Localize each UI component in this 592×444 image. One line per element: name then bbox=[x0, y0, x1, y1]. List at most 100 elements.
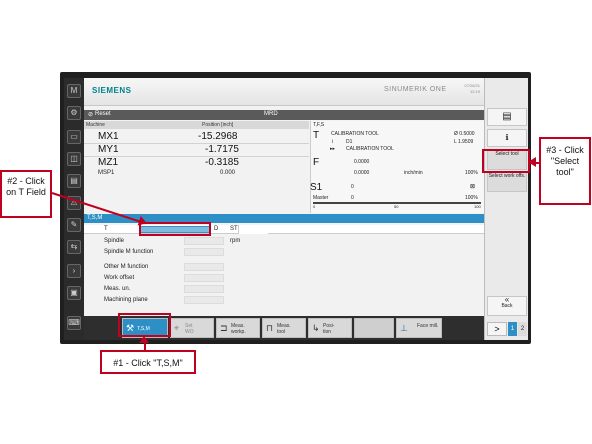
row-work-offset: Work offset bbox=[104, 275, 135, 281]
startup-icon[interactable]: ⇆ bbox=[67, 240, 81, 254]
position-icon: ↳ bbox=[312, 323, 320, 333]
row-spindle-m-function: Spindle M function bbox=[104, 249, 154, 255]
meas-workpiece-softkey[interactable]: ⊐ Meas. workp. bbox=[216, 318, 260, 338]
meas-workpiece-label: Meas. workp. bbox=[231, 323, 246, 335]
feed-f-letter: F bbox=[313, 157, 320, 168]
vertical-softkey-bar: ▤ ℹ Select tool Select work offs. « Back… bbox=[484, 78, 528, 340]
wrench-icon[interactable]: ✎ bbox=[67, 218, 81, 232]
diagnostics-icon[interactable]: ▤ bbox=[67, 174, 81, 188]
work-offset-field[interactable] bbox=[184, 274, 224, 282]
scale-0: 0 bbox=[313, 204, 316, 209]
feed-unit: inch/min bbox=[404, 170, 423, 176]
channel-status-bar: ⊘ Reset MRD bbox=[84, 110, 484, 120]
set-wo-softkey[interactable]: ⌖ Set WO bbox=[170, 318, 214, 338]
scale-50: 50 bbox=[394, 204, 399, 209]
meas-unit-field[interactable] bbox=[184, 285, 224, 293]
other-m-field[interactable] bbox=[184, 263, 224, 271]
meas-tool-softkey[interactable]: ⊓ Meas. tool bbox=[262, 318, 306, 338]
feed-override: 100% bbox=[465, 170, 478, 176]
left-key-strip: M ⚙ ▭ ◫ ▤ ⚠ ✎ ⇆ › ▣ ⌨ bbox=[64, 78, 84, 340]
page-2-indicator[interactable]: 2 bbox=[518, 322, 527, 336]
step-3-callout: #3 - Click "Select tool" bbox=[539, 137, 591, 205]
highlight-t-field bbox=[139, 222, 211, 236]
master-value: 0 bbox=[351, 195, 354, 201]
feed-value-2: 0.0000 bbox=[354, 170, 370, 176]
tool-diameter: Ø 0.5000 bbox=[454, 131, 475, 137]
spindle-m-field[interactable] bbox=[184, 248, 224, 256]
keyboard-icon[interactable]: ⌨ bbox=[67, 316, 81, 330]
empty-softkey-1[interactable] bbox=[354, 318, 394, 338]
arrow-3-head bbox=[528, 157, 536, 167]
position-softkey[interactable]: ↳ Posi- tion bbox=[308, 318, 352, 338]
tool-length: L 1.9509 bbox=[454, 139, 474, 145]
time-text: 12:19 bbox=[469, 89, 480, 94]
next-tool-name: CALIBRATION TOOL bbox=[346, 146, 394, 152]
row-other-m-function: Other M function bbox=[104, 264, 149, 270]
machine-column-label: Machine bbox=[86, 122, 105, 128]
meas-workpiece-icon: ⊐ bbox=[220, 323, 228, 333]
row-meas-unit: Meas. un. bbox=[104, 286, 131, 292]
reset-text: Reset bbox=[95, 111, 111, 117]
info-icon: ℹ bbox=[505, 133, 509, 142]
top-bar: SIEMENS SINUMERIK ONE 07/26/21 12:19 bbox=[84, 78, 484, 106]
spindle-override: 100% bbox=[465, 195, 478, 201]
next-icon[interactable]: › bbox=[67, 264, 81, 278]
axis-name-mz1: MZ1 bbox=[98, 157, 118, 168]
spindle-state-icon: ⊠ bbox=[470, 184, 476, 190]
spindle-field[interactable] bbox=[184, 237, 224, 245]
select-work-offs-softkey[interactable]: Select work offs. bbox=[487, 172, 527, 192]
position-column-label: Position [inch] bbox=[202, 122, 234, 128]
more-softkeys-button[interactable]: > bbox=[487, 322, 507, 336]
back-softkey[interactable]: « Back bbox=[487, 296, 527, 316]
scale-100: 100 bbox=[474, 204, 481, 209]
parameter-icon[interactable]: ◫ bbox=[67, 152, 81, 166]
st-field-input[interactable] bbox=[238, 225, 268, 234]
set-wo-icon: ⌖ bbox=[174, 323, 180, 333]
st-label: ST bbox=[230, 226, 238, 232]
axis-name-mx1: MX1 bbox=[98, 131, 119, 142]
reset-icon: ⊘ bbox=[88, 112, 94, 118]
clock: 07/26/21 12:19 bbox=[456, 83, 480, 95]
step-2-callout: #2 - Click on T Field bbox=[0, 170, 52, 218]
set-wo-label: Set WO bbox=[185, 323, 194, 335]
row-spindle: Spindle bbox=[104, 238, 125, 244]
machine-icon[interactable]: M bbox=[67, 84, 81, 98]
t-label: T bbox=[104, 226, 108, 232]
step-1-callout: #1 - Click "T,S,M" bbox=[100, 350, 196, 374]
program-manager-icon[interactable]: ▭ bbox=[67, 130, 81, 144]
d-label: D bbox=[214, 226, 219, 232]
machine-header: Machine Position [inch] bbox=[84, 121, 309, 129]
spindle-s1-letter: S1 bbox=[310, 182, 323, 193]
page-1-indicator[interactable]: 1 bbox=[508, 322, 517, 336]
program-icon[interactable]: ⚙ bbox=[67, 106, 81, 120]
rpm-unit: rpm bbox=[230, 238, 241, 244]
cutting-edge: D1 bbox=[346, 139, 353, 145]
hmi-screen: SIEMENS SINUMERIK ONE 07/26/21 12:19 ⊘ R… bbox=[84, 78, 484, 340]
d-info-icon: i bbox=[332, 139, 334, 145]
highlight-select-tool bbox=[482, 149, 530, 173]
tool-info-softkey[interactable]: ℹ bbox=[487, 129, 527, 147]
position-label: Posi- tion bbox=[323, 323, 335, 335]
back-label: Back bbox=[501, 303, 513, 309]
meas-tool-icon: ⊓ bbox=[266, 323, 274, 333]
brand-logo: SIEMENS bbox=[92, 86, 132, 95]
axis-value-my1: -1.7175 bbox=[205, 144, 239, 155]
master-label: Master bbox=[313, 195, 329, 201]
meas-tool-label: Meas. tool bbox=[277, 323, 291, 335]
face-mill-softkey[interactable]: ⊥ Face mill. bbox=[396, 318, 442, 338]
tool-t-letter: T bbox=[313, 130, 320, 141]
next-tool-icon: ▸▸ bbox=[330, 146, 336, 152]
axis-name-my1: MY1 bbox=[98, 144, 119, 155]
window-icon[interactable]: ▣ bbox=[67, 286, 81, 300]
machining-plane-field[interactable] bbox=[184, 296, 224, 304]
arrow-1-head bbox=[139, 336, 149, 343]
axis-value-mx1: -15.2968 bbox=[198, 131, 238, 142]
channel-mode: MRD bbox=[264, 111, 278, 117]
face-mill-label: Face mill. bbox=[417, 323, 439, 329]
display-mode-softkey[interactable]: ▤ bbox=[487, 108, 527, 126]
tool-name: CALIBRATION TOOL bbox=[331, 131, 379, 137]
tfs-title: T,F,S bbox=[313, 122, 325, 128]
row-machining-plane: Machining plane bbox=[104, 297, 148, 303]
axis-value-msp1: 0.000 bbox=[220, 170, 236, 176]
feed-value: 0.0000 bbox=[354, 159, 370, 165]
